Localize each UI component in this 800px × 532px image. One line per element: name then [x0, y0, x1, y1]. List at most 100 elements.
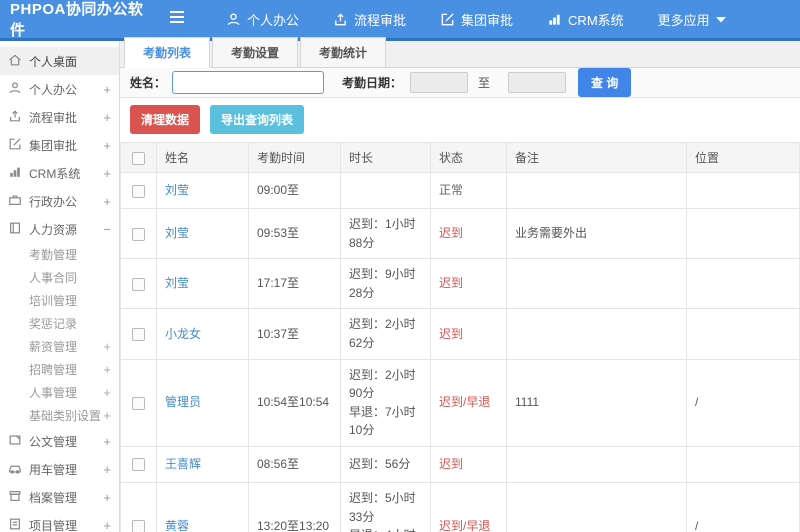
nav-item-personal-office[interactable]: 个人办公: [226, 10, 299, 29]
duration-cell: 迟到：56分: [340, 445, 431, 483]
nav-item-label: 更多应用: [657, 12, 710, 28]
nav-item-workflow-approval[interactable]: 流程审批: [333, 10, 406, 29]
location-cell: /: [686, 358, 800, 447]
sidebar-subitem-salary-management[interactable]: 薪资管理 +: [0, 335, 119, 358]
expand-indicator: +: [103, 362, 111, 377]
sidebar-subitem-label: 人事管理: [29, 386, 78, 400]
sidebar-subitem-hr-contract[interactable]: 人事合同: [0, 266, 119, 289]
row-checkbox[interactable]: [132, 184, 145, 198]
duration-cell: 迟到：5小时33分早退：4小时67分: [340, 481, 431, 532]
date-from-input[interactable]: [410, 72, 469, 93]
sidebar-item-project-management[interactable]: 项目管理 +: [0, 511, 119, 532]
sidebar-subitem-label: 考勤管理: [29, 248, 78, 262]
row-checkbox[interactable]: [132, 227, 145, 241]
sidebar-subitem-label: 培训管理: [29, 294, 78, 308]
employee-name-link[interactable]: 黄蓉: [165, 519, 189, 532]
expand-indicator: +: [103, 165, 111, 181]
sidebar-item-admin-office[interactable]: 行政办公 +: [0, 187, 119, 215]
employee-name-link[interactable]: 刘莹: [165, 226, 189, 240]
hamburger-menu-button[interactable]: [162, 10, 192, 29]
column-header-location: 位置: [686, 142, 800, 173]
sidebar-item-desktop[interactable]: 个人桌面: [0, 47, 119, 75]
status-badge: 迟到: [430, 207, 507, 260]
nav-item-group-approval[interactable]: 集团审批: [440, 10, 513, 29]
nav-item-more-apps[interactable]: 更多应用: [658, 10, 726, 29]
sidebar-item-label: 集团审批: [29, 138, 78, 153]
sidebar-subitem-base-category-settings[interactable]: 基础类别设置 +: [0, 404, 119, 427]
employee-name-link[interactable]: 管理员: [165, 395, 201, 409]
tab-attendance-list[interactable]: 考勤列表: [124, 37, 211, 68]
sidebar-item-label: 流程审批: [29, 110, 78, 125]
sidebar-subitem-reward-punishment[interactable]: 奖惩记录: [0, 312, 119, 335]
attendance-time: 09:00至: [248, 172, 341, 209]
row-checkbox[interactable]: [132, 458, 145, 472]
sidebar-subitem-personnel-management[interactable]: 人事管理 +: [0, 381, 119, 404]
sidebar-item-label: 用车管理: [29, 462, 78, 477]
sidebar-item-crm-system[interactable]: CRM系统 +: [0, 159, 119, 187]
sidebar-subitem-training-management[interactable]: 培训管理: [0, 289, 119, 312]
date-to-input[interactable]: [508, 72, 567, 93]
app-logo[interactable]: PHPOA协同办公软件: [0, 0, 162, 40]
attendance-time: 10:37至: [248, 308, 341, 360]
sidebar-item-label: CRM系统: [29, 166, 81, 181]
sidebar-item-document-management[interactable]: 公文管理 +: [0, 427, 119, 455]
attendance-time: 09:53至: [248, 207, 341, 260]
status-badge: 迟到: [430, 445, 507, 483]
sidebar-subitem-label: 基础类别设置: [29, 409, 102, 423]
row-checkbox[interactable]: [132, 328, 145, 341]
location-cell: [686, 207, 800, 260]
select-all-checkbox[interactable]: [132, 151, 145, 165]
row-checkbox[interactable]: [132, 520, 145, 532]
name-filter-label: 姓名：: [130, 76, 167, 90]
sidebar-item-label: 个人桌面: [29, 54, 78, 69]
employee-name-link[interactable]: 刘莹: [165, 183, 189, 197]
status-badge: 迟到/早退: [430, 358, 507, 447]
caret-down-icon: [715, 16, 726, 23]
note-cell: [506, 308, 687, 360]
expand-indicator: +: [103, 137, 111, 153]
sidebar-item-workflow-approval[interactable]: 流程审批 +: [0, 103, 119, 131]
sidebar-subitem-recruitment-management[interactable]: 招聘管理 +: [0, 358, 119, 381]
main-content: 考勤列表 考勤设置 考勤统计 姓名： 考勤日期： 至 查 询 清理数据 导出查询…: [120, 37, 800, 532]
name-filter-input[interactable]: [172, 71, 325, 94]
sidebar-item-archive-management[interactable]: 档案管理 +: [0, 483, 119, 511]
note-cell: [506, 258, 687, 310]
column-header-duration: 时长: [340, 142, 431, 173]
date-to-label: 至: [478, 76, 491, 90]
attendance-time: 17:17至: [248, 258, 341, 310]
sidebar-item-group-approval[interactable]: 集团审批 +: [0, 131, 119, 159]
sidebar-item-human-resources[interactable]: 人力资源 −: [0, 215, 119, 243]
query-button[interactable]: 查 询: [578, 68, 632, 97]
location-cell: /: [686, 481, 800, 532]
tab-attendance-statistics[interactable]: 考勤统计: [300, 37, 387, 68]
tab-attendance-settings[interactable]: 考勤设置: [212, 37, 299, 68]
expand-indicator: +: [103, 339, 111, 354]
sidebar-subitem-attendance-management[interactable]: 考勤管理: [0, 243, 119, 266]
sidebar-item-personal-office[interactable]: 个人办公 +: [0, 75, 119, 103]
bar-chart-icon: [8, 165, 22, 182]
row-checkbox[interactable]: [132, 277, 145, 291]
employee-name-link[interactable]: 刘莹: [165, 276, 189, 290]
export-list-button[interactable]: 导出查询列表: [210, 105, 305, 134]
expand-indicator: +: [103, 461, 111, 477]
location-cell: [686, 445, 800, 483]
sidebar-item-label: 人力资源: [29, 222, 78, 237]
user-icon: [226, 12, 241, 27]
employee-name-link[interactable]: 王喜辉: [165, 457, 201, 471]
nav-item-label: 个人办公: [247, 12, 300, 28]
edit-icon: [8, 137, 22, 154]
clear-data-button[interactable]: 清理数据: [130, 105, 201, 134]
attendance-table: 姓名 考勤时间 时长 状态 备注 位置 刘莹 09:00至 正常 刘莹 09:5…: [120, 142, 800, 532]
row-checkbox[interactable]: [132, 396, 145, 410]
bar-chart-icon: [547, 12, 562, 27]
archive-icon: [8, 489, 22, 506]
employee-name-link[interactable]: 小龙女: [165, 327, 201, 341]
sidebar-subitem-label: 薪资管理: [29, 340, 78, 354]
sidebar-subitem-label: 招聘管理: [29, 363, 78, 377]
date-filter-label: 考勤日期：: [342, 76, 403, 90]
table-header-row: 姓名 考勤时间 时长 状态 备注 位置: [120, 142, 800, 173]
sidebar-item-vehicle-management[interactable]: 用车管理 +: [0, 455, 119, 483]
note-cell: [506, 481, 687, 532]
sidebar-item-label: 行政办公: [29, 194, 78, 209]
nav-item-crm-system[interactable]: CRM系统: [547, 10, 624, 29]
